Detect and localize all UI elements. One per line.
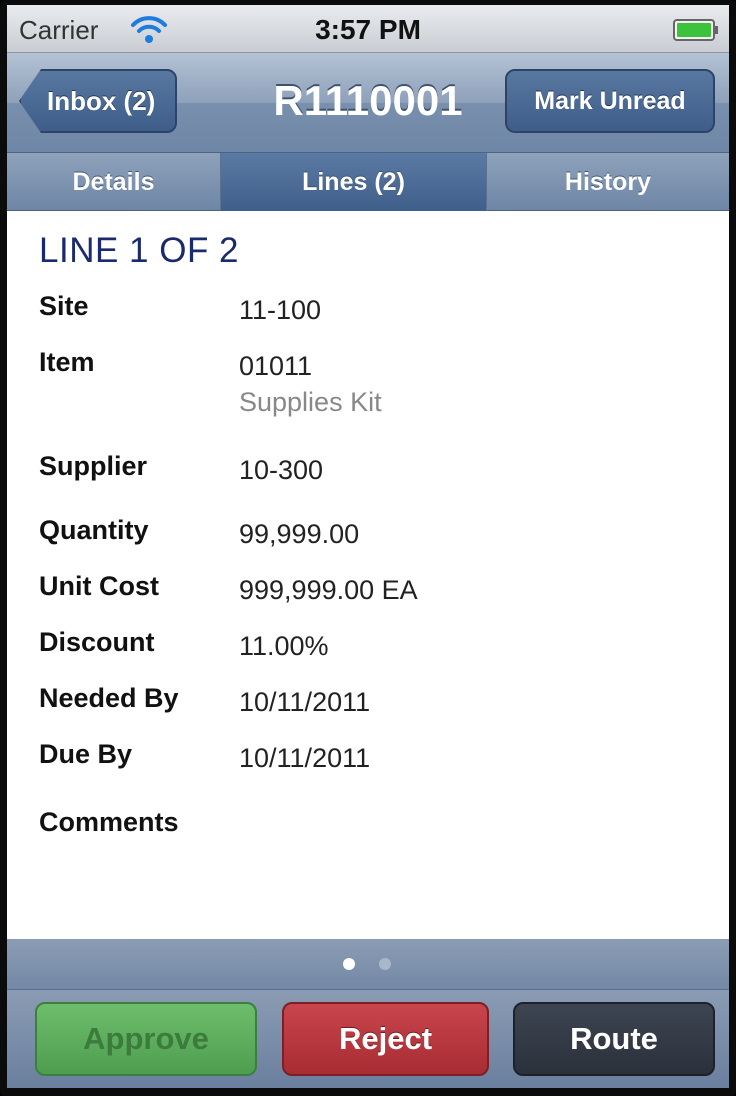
page-dot[interactable]: [379, 958, 391, 970]
supplier-label: Supplier: [39, 451, 148, 481]
needed-by-value: 10/11/2011: [239, 687, 371, 717]
due-by-value: 10/11/2011: [239, 743, 371, 773]
needed-by-label: Needed By: [39, 683, 179, 713]
item-description: Supplies Kit: [239, 387, 382, 417]
line-heading: LINE 1 OF 2: [39, 231, 240, 270]
page-dot-current[interactable]: [343, 958, 355, 970]
quantity-value: 99,999.00: [239, 519, 360, 549]
discount-value: 11.00%: [239, 631, 329, 661]
quantity-label: Quantity: [39, 515, 149, 545]
comments-label: Comments: [39, 807, 179, 837]
tab-history[interactable]: History: [487, 153, 729, 211]
approve-button[interactable]: Approve: [35, 1002, 257, 1076]
battery-icon: [673, 19, 718, 41]
page-indicator: [7, 939, 729, 989]
due-by-label: Due By: [39, 739, 133, 769]
site-value: 11-100: [239, 295, 322, 325]
route-button[interactable]: Route: [513, 1002, 715, 1076]
item-value: 01011: [239, 351, 313, 381]
unit-cost-value: 999,999.00 EA: [239, 575, 418, 605]
action-toolbar: Approve Reject Route: [7, 989, 729, 1088]
site-label: Site: [39, 291, 89, 321]
discount-label: Discount: [39, 627, 155, 657]
supplier-value: 10-300: [239, 455, 324, 485]
tab-lines[interactable]: Lines (2): [221, 153, 487, 211]
navigation-bar: Inbox (2) R1110001 Mark Unread: [7, 53, 729, 153]
status-bar: Carrier 3:57 PM: [7, 5, 729, 53]
segmented-tabs: Details Lines (2) History: [7, 153, 729, 211]
screen: Carrier 3:57 PM Inbox (2) R1110001 Mark …: [7, 5, 729, 1088]
tab-details[interactable]: Details: [7, 153, 221, 211]
item-label: Item: [39, 347, 95, 377]
device-frame: Carrier 3:57 PM Inbox (2) R1110001 Mark …: [0, 0, 736, 1096]
unit-cost-label: Unit Cost: [39, 571, 159, 601]
mark-unread-button[interactable]: Mark Unread: [505, 69, 715, 133]
reject-button[interactable]: Reject: [282, 1002, 489, 1076]
line-detail-content: LINE 1 OF 2 Site 11-100 Item 01011 Suppl…: [7, 211, 729, 939]
status-time: 3:57 PM: [315, 14, 421, 45]
